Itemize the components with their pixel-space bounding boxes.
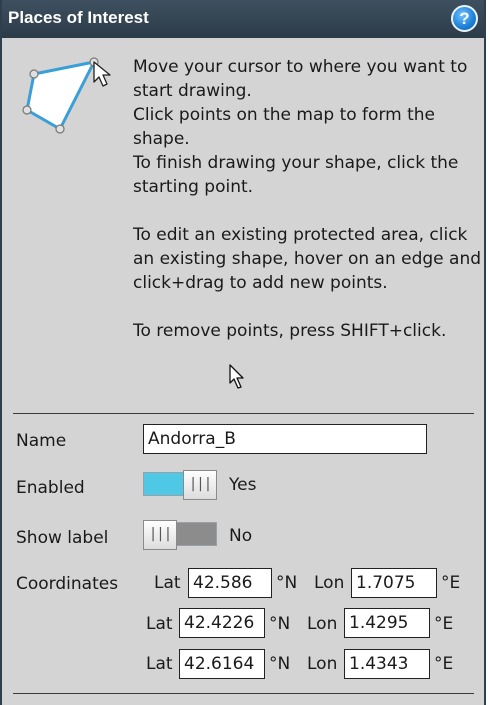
- instruction-finish: To finish drawing your shape, click the …: [133, 153, 459, 197]
- north-unit: °N: [276, 573, 298, 593]
- instruction-click-points: Click points on the map to form the shap…: [133, 105, 435, 149]
- instruction-remove: To remove points, press SHIFT+click.: [133, 321, 447, 341]
- show-label-label: Show label: [16, 528, 109, 548]
- name-input[interactable]: Andorra_B: [143, 424, 427, 454]
- lon-label: Lon: [307, 614, 338, 634]
- lon-input[interactable]: 1.4295: [344, 608, 430, 638]
- mouse-cursor-icon: [229, 364, 244, 389]
- north-unit: °N: [269, 614, 291, 634]
- instruction-start: Move your cursor to where you want to st…: [133, 57, 468, 101]
- places-of-interest-panel: Places of Interest ? Move your cursor to…: [0, 0, 486, 705]
- coordinates-label: Coordinates: [16, 574, 119, 594]
- section-divider-bottom: [13, 693, 474, 694]
- show-label-state-label: No: [229, 526, 253, 546]
- lon-input[interactable]: 1.4343: [344, 649, 430, 679]
- panel-title-bar: Places of Interest ?: [2, 0, 484, 38]
- lat-input[interactable]: 42.4226: [179, 608, 265, 638]
- name-label: Name: [16, 431, 67, 451]
- show-label-toggle[interactable]: |||: [143, 520, 217, 550]
- instruction-edit: To edit an existing protected area, clic…: [133, 225, 482, 293]
- east-unit: °E: [434, 614, 454, 634]
- lat-label: Lat: [154, 573, 181, 593]
- east-unit: °E: [441, 573, 461, 593]
- panel-title: Places of Interest: [8, 8, 149, 27]
- lat-input[interactable]: 42.586: [188, 568, 272, 598]
- north-unit: °N: [269, 654, 291, 674]
- drawing-instructions: Move your cursor to where you want to st…: [133, 55, 483, 343]
- lon-input[interactable]: 1.7075: [351, 568, 437, 598]
- enabled-label: Enabled: [16, 478, 85, 498]
- east-unit: °E: [434, 654, 454, 674]
- lon-label: Lon: [307, 654, 338, 674]
- lon-label: Lon: [314, 573, 345, 593]
- lat-label: Lat: [146, 654, 173, 674]
- help-icon[interactable]: ?: [451, 5, 478, 32]
- section-divider-top: [13, 413, 474, 414]
- show-label-toggle-knob[interactable]: |||: [143, 520, 177, 550]
- polygon-drawing-icon: [22, 57, 111, 134]
- lat-input[interactable]: 42.6164: [179, 649, 265, 679]
- enabled-state-label: Yes: [229, 475, 257, 495]
- lat-label: Lat: [146, 614, 173, 634]
- enabled-toggle-knob[interactable]: |||: [183, 470, 217, 500]
- enabled-toggle[interactable]: |||: [143, 470, 217, 500]
